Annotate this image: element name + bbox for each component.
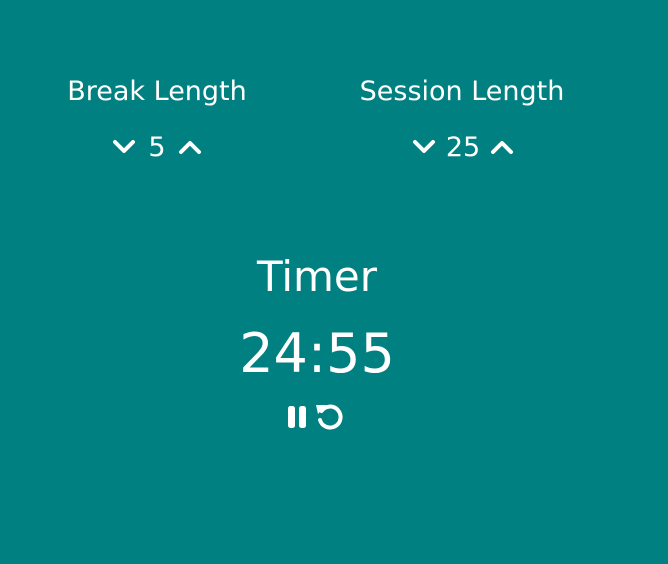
chevron-up-icon — [491, 141, 514, 154]
time-left-display: 24:55 — [239, 322, 395, 385]
chevron-down-icon — [412, 140, 435, 153]
reset-icon — [316, 404, 343, 430]
break-length-value: 5 — [148, 131, 166, 163]
break-label: Break Length — [67, 76, 247, 107]
timer-controls — [286, 404, 344, 430]
break-controls: 5 — [107, 130, 207, 164]
session-decrement-button[interactable] — [411, 134, 437, 160]
chevron-down-icon — [113, 140, 136, 153]
session-length-value: 25 — [445, 131, 481, 163]
session-controls: 25 — [403, 130, 523, 164]
session-increment-button[interactable] — [489, 134, 515, 160]
start-stop-button[interactable] — [286, 404, 308, 430]
session-label: Session Length — [359, 76, 565, 107]
chevron-up-icon — [178, 141, 201, 154]
break-decrement-button[interactable] — [111, 134, 137, 160]
timer-label: Timer — [256, 252, 378, 301]
reset-button[interactable] — [314, 404, 344, 430]
break-increment-button[interactable] — [177, 134, 203, 160]
pause-icon — [288, 406, 306, 428]
